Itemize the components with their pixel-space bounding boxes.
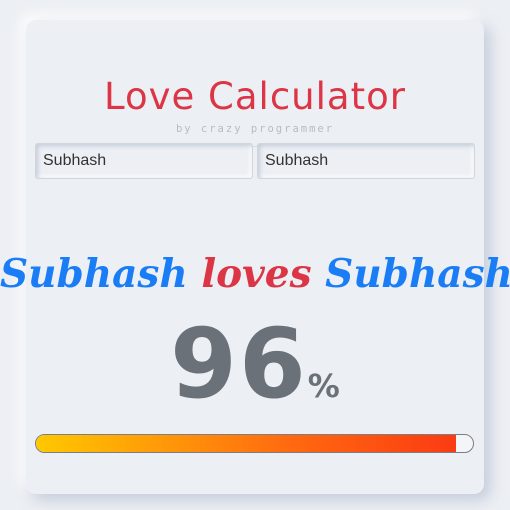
result-name-2: Subhash: [325, 251, 510, 297]
result-connector: loves: [201, 251, 312, 297]
app-subtitle: by crazy programmer: [175, 123, 335, 135]
love-progress-fill: [36, 435, 456, 452]
love-percentage: 96%: [0, 310, 510, 418]
result-sentence: Subhash loves Subhash: [0, 246, 510, 302]
first-name-input[interactable]: [35, 143, 253, 179]
love-progress-bar: [35, 434, 474, 453]
percentage-value: 96: [170, 308, 308, 420]
result-name-1: Subhash: [0, 251, 188, 297]
app-title: Love Calculator: [104, 75, 406, 118]
second-name-input[interactable]: [257, 143, 475, 179]
percentage-symbol: %: [307, 367, 340, 405]
